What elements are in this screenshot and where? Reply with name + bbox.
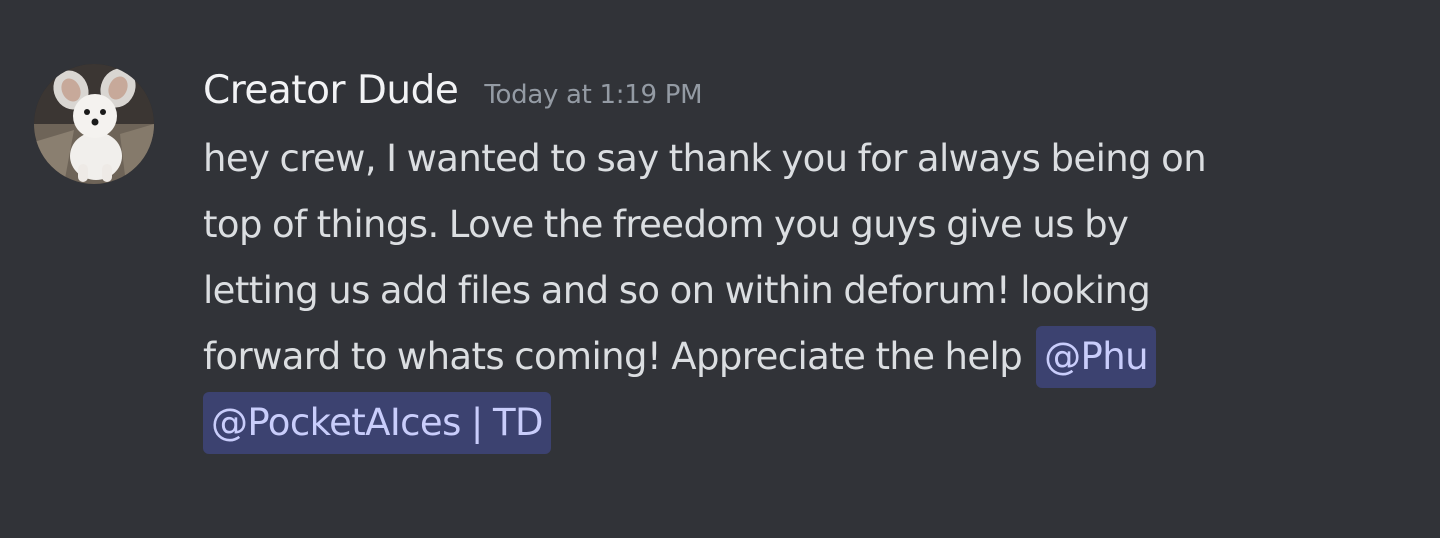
message-line: forward to whats coming! Appreciate the … xyxy=(203,335,1023,378)
mention-pocketaices[interactable]: @PocketAIces | TD xyxy=(203,392,551,454)
message-line: hey crew, I wanted to say thank you for … xyxy=(203,137,1207,180)
chat-message: Creator Dude Today at 1:19 PM hey crew, … xyxy=(0,0,1440,538)
author-username[interactable]: Creator Dude xyxy=(203,68,459,113)
message-content: Creator Dude Today at 1:19 PM hey crew, … xyxy=(203,68,1363,456)
message-body: hey crew, I wanted to say thank you for … xyxy=(203,126,1363,456)
mention-phu[interactable]: @Phu xyxy=(1036,326,1156,388)
avatar[interactable] xyxy=(34,64,154,184)
message-header: Creator Dude Today at 1:19 PM xyxy=(203,68,1363,118)
message-line: top of things. Love the freedom you guys… xyxy=(203,203,1129,246)
message-timestamp: Today at 1:19 PM xyxy=(484,80,703,110)
message-line: letting us add files and so on within de… xyxy=(203,269,1151,312)
dog-avatar-icon xyxy=(34,64,154,184)
